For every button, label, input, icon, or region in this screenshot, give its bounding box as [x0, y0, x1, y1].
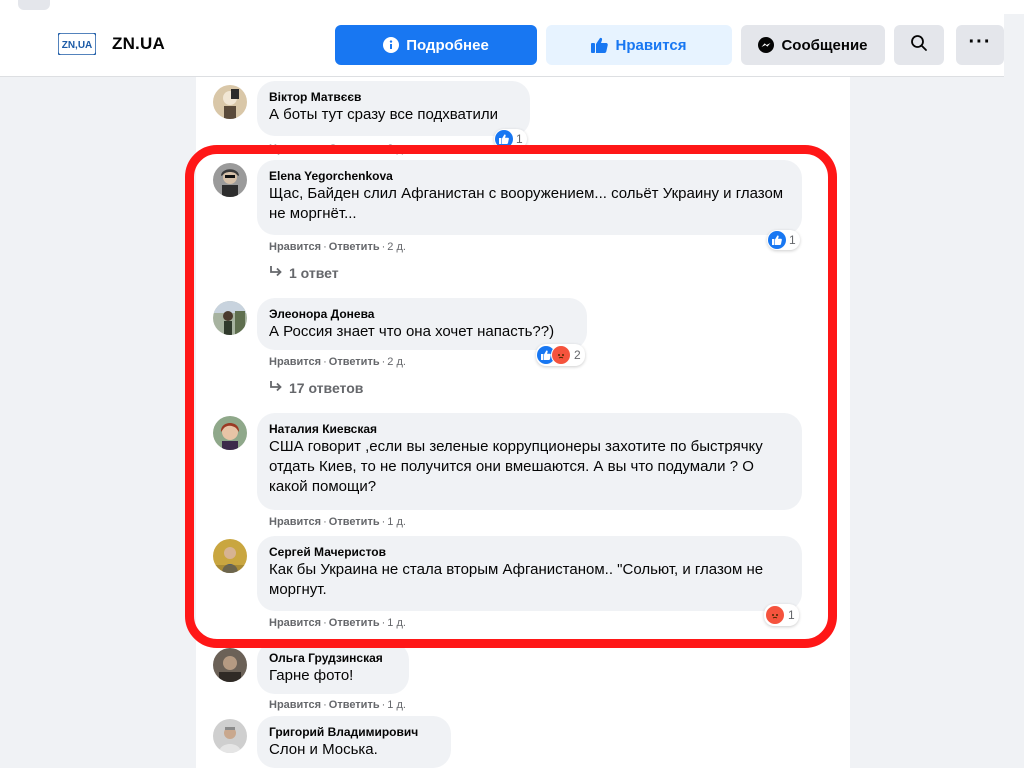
comment-text: Слон и Моська.	[269, 741, 378, 758]
replies-label: 17 ответов	[289, 380, 364, 396]
more-options-icon: ···	[968, 30, 992, 53]
reply-arrow-icon	[269, 265, 283, 281]
comment-bubble: Григорий Владимирович Слон и Моська.	[257, 716, 451, 768]
reactions[interactable]: 1	[494, 129, 527, 149]
comment-time[interactable]: 1 д.	[387, 516, 406, 528]
comment-bubble: Віктор Матвєєв А боты тут сразу все подх…	[257, 81, 530, 136]
avatar[interactable]	[213, 539, 247, 573]
comment-bubble: Elena Yegorchenkova Щас, Байден слил Афг…	[257, 160, 802, 235]
like-link[interactable]: Нравится	[269, 699, 321, 711]
avatar[interactable]	[213, 416, 247, 450]
messenger-icon	[758, 37, 775, 53]
comment-bubble: Наталия Киевская США говорит ,если вы зе…	[257, 413, 802, 510]
more-info-button[interactable]: Подробнее	[335, 25, 537, 65]
comment-time[interactable]: 2 д.	[387, 241, 406, 253]
comment-text: США говорит ,если вы зеленые коррупционе…	[269, 438, 763, 495]
message-button[interactable]: Сообщение	[741, 25, 885, 65]
like-link[interactable]: Нравится	[269, 617, 321, 629]
comment-actions: Нравится · Ответить · 1 д.	[269, 617, 406, 629]
comment-actions: Нравится · Ответить · 1 д.	[269, 516, 406, 528]
comment-bubble: Элеонора Донева А Россия знает что она х…	[257, 298, 587, 350]
comment-actions: Нравится · Ответить · 2 д.	[269, 143, 406, 155]
reply-link[interactable]: Ответить	[329, 516, 380, 528]
comment-actions: Нравится · Ответить · 2 д.	[269, 356, 406, 368]
info-icon	[383, 37, 400, 53]
top-strip	[0, 0, 1024, 14]
avatar[interactable]	[213, 85, 247, 119]
comment-time[interactable]: 2 д.	[387, 356, 406, 368]
like-reaction-icon	[495, 130, 513, 148]
comment-author[interactable]: Віктор Матвєєв	[269, 89, 518, 105]
reactions-count: 1	[788, 608, 795, 622]
like-link[interactable]: Нравится	[269, 143, 321, 155]
comment-author[interactable]: Григорий Владимирович	[269, 724, 439, 740]
like-link[interactable]: Нравится	[269, 356, 321, 368]
angry-reaction-icon	[765, 605, 785, 625]
comment-author[interactable]: Сергей Мачеристов	[269, 544, 790, 560]
comment-author[interactable]: Ольга Грудзинская	[269, 650, 397, 666]
reactions-count: 1	[516, 132, 523, 146]
reactions-count: 2	[574, 348, 581, 362]
avatar[interactable]	[213, 719, 247, 753]
comment-time[interactable]: 1 д.	[387, 617, 406, 629]
reactions[interactable]: 2	[536, 344, 585, 366]
avatar[interactable]	[213, 648, 247, 682]
view-replies-link[interactable]: 17 ответов	[269, 380, 363, 396]
angry-reaction-icon	[551, 345, 571, 365]
reply-link[interactable]: Ответить	[329, 143, 380, 155]
zn-ua-logo-icon[interactable]: ZN,UA	[58, 33, 96, 55]
comment-time[interactable]: 2 д.	[387, 143, 406, 155]
search-icon	[910, 34, 928, 56]
comment-bubble: Ольга Грудзинская Гарне фото!	[257, 642, 409, 694]
page-header: ZN,UA ZN.UA Подробнее Нравится Сообщение…	[0, 14, 1004, 77]
reply-link[interactable]: Ответить	[329, 356, 380, 368]
reply-arrow-icon	[269, 380, 283, 396]
message-label: Сообщение	[781, 36, 868, 54]
comment-text: А Россия знает что она хочет напасть??)	[269, 323, 555, 340]
more-info-label: Подробнее	[406, 36, 489, 54]
thumbs-up-icon	[591, 37, 609, 53]
comment-text: Как бы Украина не стала вторым Афганиста…	[269, 561, 764, 598]
comment-author[interactable]: Наталия Киевская	[269, 421, 790, 437]
avatar[interactable]	[213, 163, 247, 197]
like-page-button[interactable]: Нравится	[546, 25, 732, 65]
comments-feed: Віктор Матвєєв А боты тут сразу все подх…	[196, 77, 850, 768]
reply-link[interactable]: Ответить	[329, 241, 380, 253]
comment-time[interactable]: 1 д.	[387, 699, 406, 711]
comment-actions: Нравится · Ответить · 2 д.	[269, 241, 406, 253]
view-replies-link[interactable]: 1 ответ	[269, 265, 339, 281]
page-name[interactable]: ZN.UA	[112, 34, 165, 54]
avatar[interactable]	[213, 301, 247, 335]
like-link[interactable]: Нравится	[269, 516, 321, 528]
reactions[interactable]: 1	[767, 230, 800, 250]
logo-text: ZN,UA	[62, 40, 93, 51]
comment-text: А боты тут сразу все подхватили	[269, 106, 498, 123]
reply-link[interactable]: Ответить	[329, 699, 380, 711]
comment-text: Щас, Байден слил Афганистан с вооружение…	[269, 185, 784, 222]
reactions[interactable]: 1	[764, 604, 799, 626]
like-reaction-icon	[768, 231, 786, 249]
reactions-count: 1	[789, 233, 796, 247]
comment-author[interactable]: Элеонора Донева	[269, 306, 575, 322]
comment-actions: Нравится · Ответить · 1 д.	[269, 699, 406, 711]
comment-text: Гарне фото!	[269, 667, 354, 684]
tab-sliver	[18, 0, 50, 10]
comment-author[interactable]: Elena Yegorchenkova	[269, 168, 790, 184]
search-button[interactable]	[894, 25, 944, 65]
more-options-button[interactable]: ···	[956, 25, 1004, 65]
replies-label: 1 ответ	[289, 265, 339, 281]
like-link[interactable]: Нравится	[269, 241, 321, 253]
reply-link[interactable]: Ответить	[329, 617, 380, 629]
comment-bubble: Сергей Мачеристов Как бы Украина не стал…	[257, 536, 802, 611]
like-page-label: Нравится	[615, 36, 687, 54]
